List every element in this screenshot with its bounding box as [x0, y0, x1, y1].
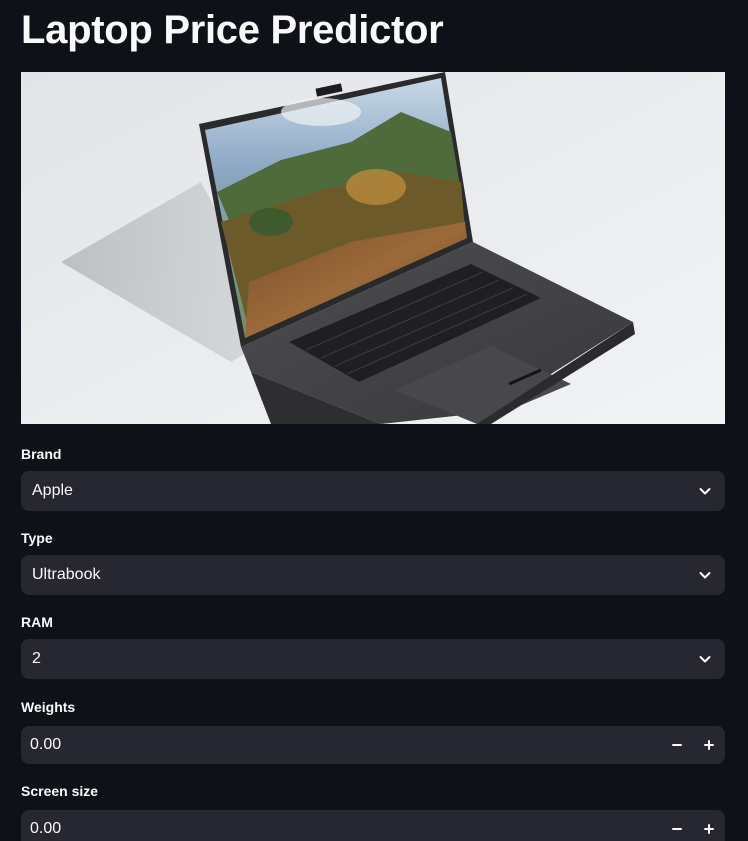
ram-selected-value: 2 [32, 650, 41, 667]
brand-select[interactable]: Apple [21, 471, 725, 511]
ram-field: RAM 2 [21, 612, 725, 679]
brand-field: Brand Apple [21, 444, 725, 511]
type-selected-value: Ultrabook [32, 566, 101, 583]
brand-selected-value: Apple [32, 482, 73, 499]
screen-size-input[interactable] [21, 810, 661, 841]
weights-input[interactable] [21, 726, 661, 764]
screen-size-decrement-button[interactable] [661, 810, 693, 841]
screen-size-number-input [21, 810, 725, 841]
chevron-down-icon [697, 651, 713, 667]
ram-label: RAM [21, 614, 53, 630]
weights-label: Weights [21, 699, 76, 715]
laptop-photo [21, 72, 725, 424]
minus-icon [672, 744, 682, 746]
screen-size-field: Screen size [21, 781, 725, 841]
type-field: Type Ultrabook [21, 528, 725, 595]
type-select[interactable]: Ultrabook [21, 555, 725, 595]
minus-icon [672, 828, 682, 830]
plus-icon [704, 824, 714, 834]
chevron-down-icon [697, 483, 713, 499]
main-content: Laptop Price Predictor Brand Apple Type … [21, 0, 725, 841]
type-label: Type [21, 530, 53, 546]
ram-select[interactable]: 2 [21, 639, 725, 679]
weights-field: Weights [21, 697, 725, 764]
page-title: Laptop Price Predictor [21, 8, 444, 52]
screen-size-increment-button[interactable] [693, 810, 725, 841]
laptop-image [21, 72, 725, 424]
screen-size-label: Screen size [21, 783, 99, 799]
chevron-down-icon [697, 567, 713, 583]
brand-label: Brand [21, 446, 62, 462]
weights-number-input [21, 726, 725, 764]
plus-icon [704, 740, 714, 750]
weights-decrement-button[interactable] [661, 726, 693, 764]
weights-increment-button[interactable] [693, 726, 725, 764]
